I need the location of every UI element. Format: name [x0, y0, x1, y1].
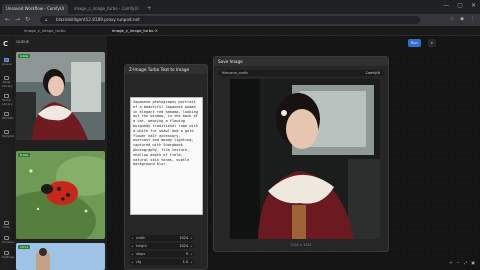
window-controls: — ▢ ✕ — [443, 2, 476, 9]
back-arrow-icon[interactable]: ← — [5, 16, 10, 23]
queue-panel: QUEUE 4.60s 8.92s 10.1s — [14, 36, 107, 270]
menu-kebab-icon[interactable]: ⋮ — [470, 16, 475, 22]
comfyui-app: image_z_image_turbo image_z_image_turbo … — [0, 26, 480, 270]
status-badge: 10.1s — [18, 245, 31, 249]
close-window-button[interactable]: ✕ — [471, 2, 476, 9]
queue-title: QUEUE — [16, 39, 30, 44]
queue-dropdown-button[interactable]: ▾ — [428, 39, 436, 47]
queue-item-portrait[interactable]: 4.60s — [16, 52, 105, 140]
workflow-tab-0[interactable]: image_z_image_turbo — [24, 28, 66, 33]
param-cfg[interactable]: ◂ cfg 1.0 ▸ — [130, 259, 194, 265]
sidebar-item-settings[interactable]: Settings — [2, 251, 14, 260]
browser-tab-strip: Unsaved Workflow - ComfyUI image_z_image… — [0, 0, 480, 14]
sidebar-item-queue[interactable]: Queue — [2, 58, 12, 67]
sidebar-rail: C Queue Node Library Model Library Workf… — [0, 36, 17, 270]
workflow-tab-bar: image_z_image_turbo image_z_image_turbo … — [0, 26, 480, 36]
maximize-button[interactable]: ▢ — [457, 2, 463, 9]
sidebar-item-templates[interactable]: Templates — [2, 130, 17, 139]
zoom-in-icon[interactable]: + — [449, 260, 452, 265]
ladybug-thumbnail-image — [16, 151, 105, 239]
node-canvas[interactable]: Z-Image Turbo Text to Image Japanese pho… — [107, 36, 480, 270]
lock-canvas-icon[interactable]: ▣ — [471, 260, 475, 265]
save-image-node[interactable]: Save Image filename_prefix ComfyUI 1024 … — [213, 56, 389, 252]
generated-portrait-image — [230, 79, 380, 239]
fit-view-icon[interactable]: ⤢ — [464, 260, 467, 265]
portrait-thumbnail-image — [16, 52, 105, 140]
filename-prefix-field[interactable]: filename_prefix ComfyUI — [218, 70, 384, 76]
url-text: blazinbil4gent12.8189.proxy.runpod.net — [56, 17, 140, 22]
browser-toolbar: ← → ↻ 🔒︎ blazinbil4gent12.8189.proxy.run… — [0, 14, 480, 26]
zoom-out-icon[interactable]: − — [457, 260, 460, 265]
address-bar[interactable]: 🔒︎ blazinbil4gent12.8189.proxy.runpod.ne… — [40, 16, 420, 24]
text-to-image-node[interactable]: Z-Image Turbo Text to Image Japanese pho… — [124, 64, 208, 270]
sidebar-item-console[interactable]: Console — [2, 236, 14, 245]
sidebar-item-nodes[interactable]: Node Library — [2, 76, 13, 88]
reload-icon[interactable]: ↻ — [25, 16, 30, 23]
param-width[interactable]: ◂ width 1024 ▸ — [130, 235, 194, 241]
sidebar-item-models[interactable]: Model Library — [2, 94, 13, 106]
lock-icon: 🔒︎ — [45, 17, 48, 22]
browser-tab-1[interactable]: image_z_image_turbo - ComfyUI — [70, 4, 143, 14]
save-node-title[interactable]: Save Image — [214, 57, 388, 66]
param-steps[interactable]: ◂ steps 9 ▸ — [130, 251, 194, 257]
browser-tab-0[interactable]: Unsaved Workflow - ComfyUI — [2, 4, 68, 14]
minimize-button[interactable]: — — [443, 2, 449, 9]
extensions-icon[interactable]: ◆ — [460, 16, 464, 22]
workflow-tab-1[interactable]: image_z_image_turbo ✕ — [112, 28, 158, 33]
bookmark-star-icon[interactable]: ☆ — [450, 16, 454, 22]
forward-arrow-icon[interactable]: → — [15, 16, 20, 23]
comfy-logo: C — [3, 40, 9, 48]
sidebar-item-help[interactable]: Help — [2, 221, 11, 230]
run-button[interactable]: Run — [408, 39, 421, 47]
queue-item-ladybug[interactable]: 8.92s — [16, 151, 105, 239]
status-badge: 4.60s — [18, 54, 31, 58]
image-size-caption: 1024 × 1024 — [290, 243, 312, 247]
canvas-controls: + − ⤢ ▣ — [449, 260, 475, 265]
sidebar-item-workflows[interactable]: Workflows — [2, 112, 17, 121]
status-badge: 8.92s — [18, 153, 31, 157]
queue-item-sky[interactable]: 10.1s — [16, 243, 105, 270]
param-height[interactable]: ◂ height 1024 ▸ — [130, 243, 194, 249]
new-tab-button[interactable]: + — [147, 4, 152, 14]
node-title[interactable]: Z-Image Turbo Text to Image — [125, 65, 207, 74]
prompt-textarea[interactable]: Japanese photography portrait of a beaut… — [130, 97, 203, 215]
